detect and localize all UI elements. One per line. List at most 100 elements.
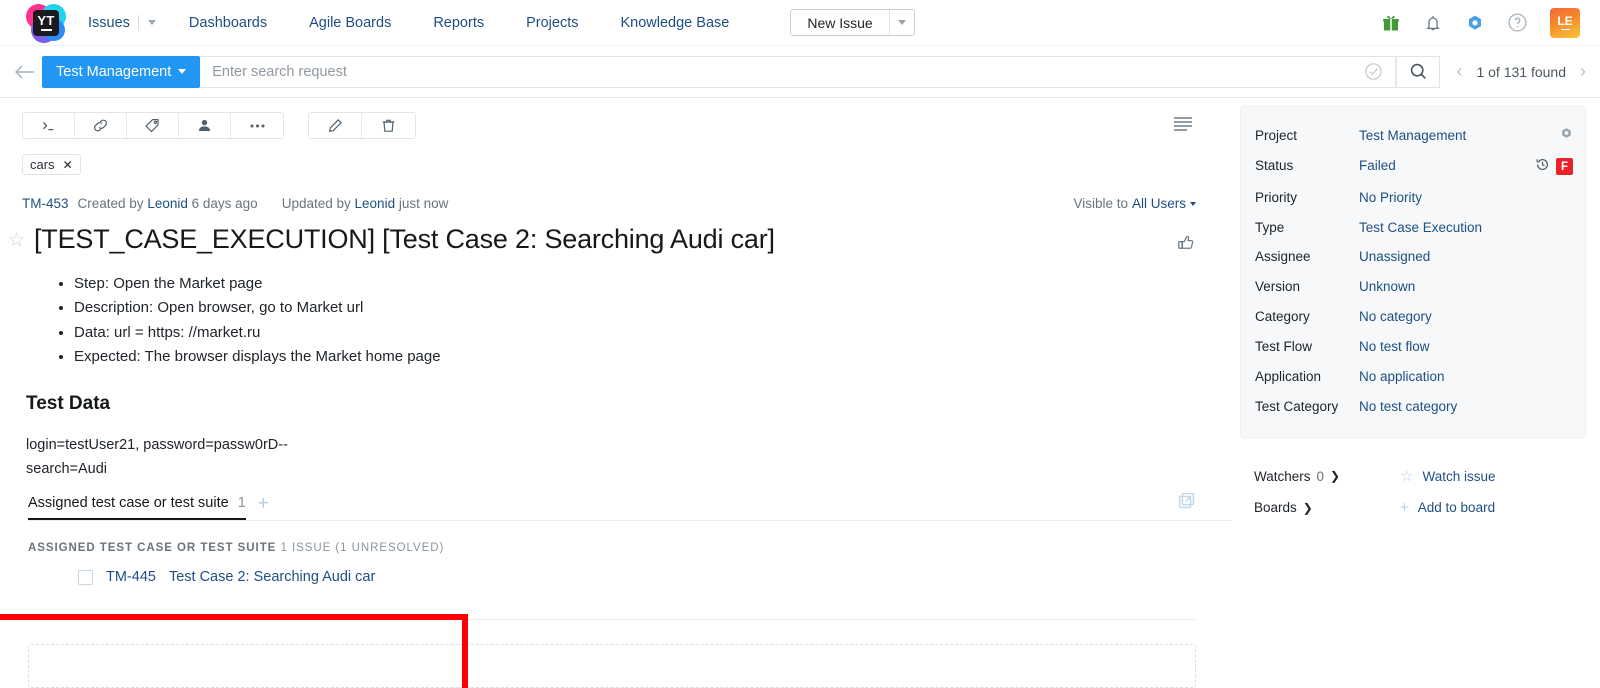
tag-label: cars	[30, 157, 55, 172]
issue-edit-group	[308, 112, 416, 139]
issue-id-link[interactable]: TM-453	[22, 196, 69, 211]
field-category[interactable]: Category No category	[1255, 302, 1573, 332]
tab-assigned-test-case[interactable]: Assigned test case or test suite 1	[28, 495, 246, 521]
visibility-value[interactable]: All Users	[1132, 196, 1186, 211]
nav-item-projects[interactable]: Projects	[505, 0, 599, 46]
bell-icon[interactable]	[1423, 13, 1443, 33]
field-test-flow[interactable]: Test Flow No test flow	[1255, 332, 1573, 362]
updated-by-link[interactable]: Leonid	[355, 196, 396, 211]
field-value[interactable]: No Priority	[1359, 189, 1553, 207]
field-version[interactable]: Version Unknown	[1255, 272, 1573, 302]
nav-item-issues[interactable]: Issues	[88, 0, 138, 46]
logo-underscore	[40, 29, 52, 31]
search-validation-icon[interactable]	[1364, 62, 1387, 81]
field-value[interactable]: Test Management	[1359, 127, 1553, 145]
boards-label: Boards	[1254, 500, 1297, 516]
visibility-prefix: Visible to	[1073, 196, 1128, 211]
back-arrow-icon[interactable]	[8, 64, 42, 80]
nav-item-knowledge-base[interactable]: Knowledge Base	[600, 0, 751, 46]
field-value[interactable]: Unassigned	[1359, 248, 1553, 266]
gift-icon[interactable]	[1381, 13, 1401, 33]
field-application[interactable]: Application No application	[1255, 362, 1573, 392]
chevron-down-icon	[147, 20, 156, 25]
updated-prefix: Updated by	[281, 196, 351, 211]
nav-item-agile-boards[interactable]: Agile Boards	[288, 0, 412, 46]
new-issue-control[interactable]: New Issue	[790, 9, 915, 36]
field-value[interactable]: No category	[1359, 308, 1553, 326]
new-issue-button[interactable]: New Issue	[791, 10, 890, 35]
field-value[interactable]: Test Case Execution	[1359, 219, 1553, 237]
tag-list: cars ✕	[22, 139, 1232, 175]
field-value[interactable]: Unknown	[1359, 278, 1553, 296]
delete-icon[interactable]	[362, 113, 415, 138]
chevron-down-icon	[178, 69, 187, 74]
test-data-line: search=Audi	[26, 460, 108, 477]
field-value[interactable]: Failed	[1359, 157, 1529, 175]
boards-link[interactable]: Boards ❯	[1254, 500, 1400, 515]
created-by-link[interactable]: Leonid	[147, 196, 188, 211]
watchers-link[interactable]: Watchers 0 ❯	[1254, 469, 1400, 484]
avatar[interactable]: LE	[1550, 7, 1580, 38]
open-in-new-window-icon[interactable]	[1177, 491, 1196, 520]
project-selector-button[interactable]: Test Management	[42, 55, 201, 88]
add-link-button[interactable]: +	[246, 494, 281, 520]
search-input[interactable]	[212, 63, 1365, 80]
project-selector-label: Test Management	[56, 63, 172, 80]
issue-fields-card: Project Test Management Status Failed F …	[1240, 106, 1586, 439]
nav-links: Issues Dashboards Agile Boards Reports P…	[88, 0, 750, 46]
tag-chip[interactable]: cars ✕	[22, 154, 81, 175]
field-value[interactable]: No test category	[1359, 398, 1553, 416]
logo-text: YT	[37, 13, 55, 28]
search-results-nav: ‹ 1 of 131 found ›	[1456, 61, 1586, 82]
nav-item-dashboards[interactable]: Dashboards	[168, 0, 288, 46]
field-label: Project	[1255, 128, 1298, 143]
command-icon[interactable]	[23, 113, 75, 138]
star-icon[interactable]: ☆	[8, 224, 34, 252]
edit-icon[interactable]	[309, 113, 362, 138]
issue-checkbox[interactable]	[78, 569, 93, 585]
search-field-wrapper[interactable]	[200, 55, 1397, 88]
search-button[interactable]	[1396, 55, 1441, 88]
test-data-content: login=testUser21, password=passw0rD-- se…	[22, 415, 1232, 481]
list-item[interactable]: TM-445 Test Case 2: Searching Audi car	[22, 554, 1232, 585]
link-icon[interactable]	[75, 113, 127, 138]
youtrack-logo[interactable]: YT	[26, 3, 66, 43]
visibility-control[interactable]: Visible to All Users	[1073, 196, 1232, 211]
field-test-category[interactable]: Test Category No test category	[1255, 392, 1573, 422]
results-count-label: 1 of 131 found	[1476, 63, 1566, 80]
add-to-board-button[interactable]: + Add to board	[1400, 499, 1495, 516]
linked-issues-tabs: Assigned test case or test suite 1 +	[28, 491, 1232, 522]
next-result-button[interactable]: ›	[1580, 61, 1586, 82]
watchers-label: Watchers	[1254, 468, 1311, 484]
field-assignee[interactable]: Assignee Unassigned	[1255, 242, 1573, 272]
assignee-icon[interactable]	[179, 113, 231, 138]
issue-main-column: cars ✕ TM-453 Created by Leonid 6 days a…	[0, 98, 1232, 688]
field-value[interactable]: No test flow	[1359, 338, 1553, 356]
thumbs-up-icon[interactable]	[1176, 224, 1232, 258]
hexagon-icon[interactable]	[1465, 13, 1485, 33]
field-priority[interactable]: Priority No Priority	[1255, 183, 1573, 213]
field-label: Category	[1255, 309, 1310, 325]
field-project[interactable]: Project Test Management	[1255, 121, 1573, 151]
field-type[interactable]: Type Test Case Execution	[1255, 213, 1573, 243]
new-issue-dropdown-button[interactable]	[889, 10, 914, 35]
linked-issue-summary[interactable]: Test Case 2: Searching Audi car	[169, 569, 375, 585]
issue-view-options-icon[interactable]	[1172, 115, 1232, 137]
watch-issue-button[interactable]: ☆ Watch issue	[1400, 467, 1495, 485]
linked-issue-id[interactable]: TM-445	[106, 569, 156, 585]
nav-item-reports[interactable]: Reports	[412, 0, 505, 46]
more-icon[interactable]	[231, 113, 283, 138]
help-icon[interactable]	[1507, 12, 1528, 33]
previous-result-button[interactable]: ‹	[1456, 61, 1462, 82]
field-value[interactable]: No application	[1359, 368, 1553, 386]
close-icon[interactable]: ✕	[63, 158, 73, 172]
gear-icon[interactable]	[1553, 127, 1573, 140]
status-badge: F	[1556, 158, 1573, 176]
nav-right-icons: LE	[1381, 7, 1586, 38]
tag-icon[interactable]	[127, 113, 179, 138]
nav-issues-dropdown[interactable]	[137, 15, 168, 30]
comment-input-placeholder[interactable]	[28, 644, 1196, 688]
history-icon[interactable]	[1535, 157, 1550, 177]
watchers-count: 0	[1316, 468, 1325, 484]
field-status[interactable]: Status Failed F	[1255, 151, 1573, 183]
